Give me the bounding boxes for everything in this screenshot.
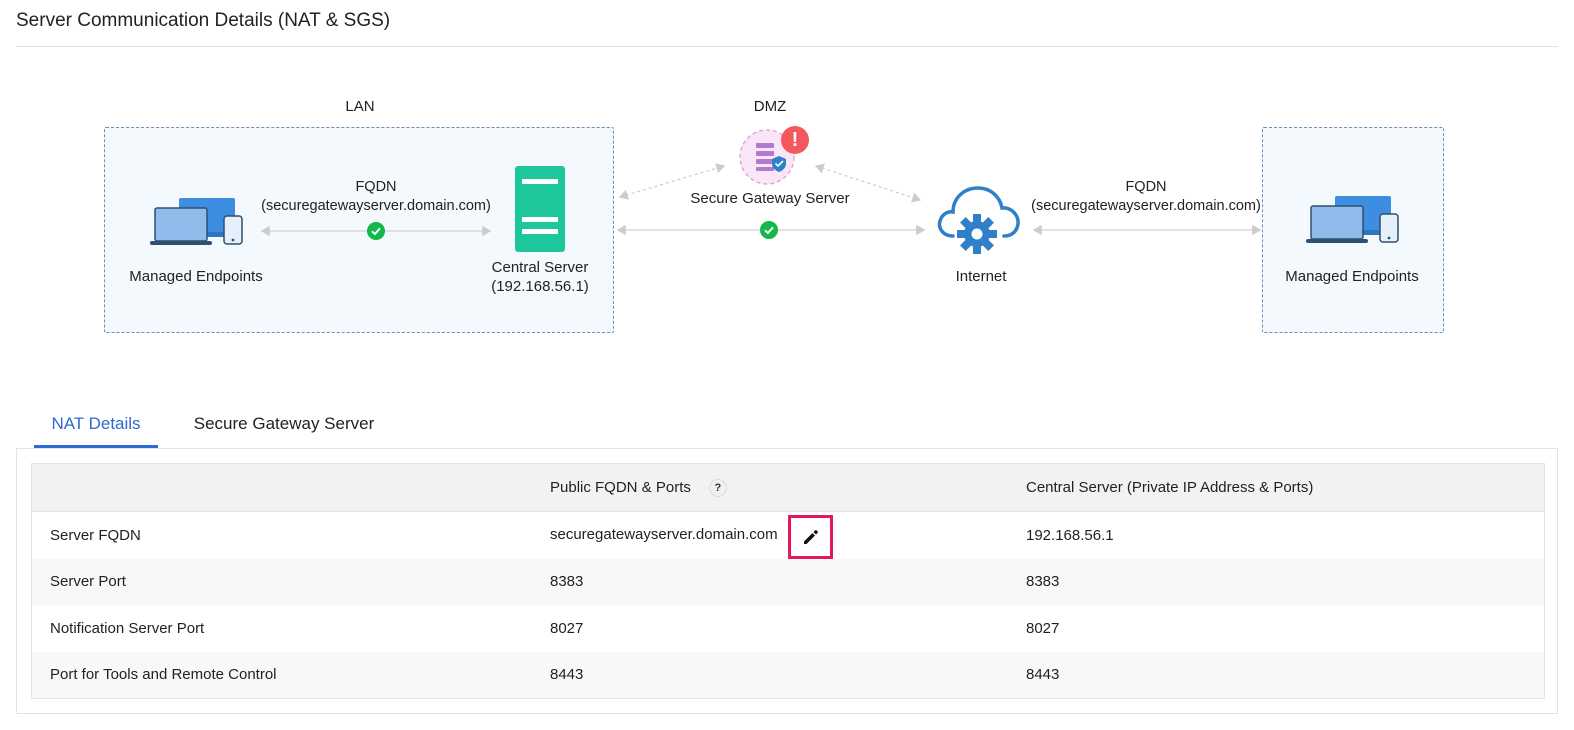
- help-icon[interactable]: ?: [708, 478, 727, 497]
- lan-link-check-icon: [367, 222, 385, 240]
- nat-details-panel: Public FQDN & Ports ? Central Server (Pr…: [16, 448, 1558, 714]
- title-divider: [16, 46, 1558, 47]
- public-fqdn-value: securegatewayserver.domain.com: [550, 526, 778, 543]
- central-server-ip: (192.168.56.1): [491, 278, 589, 295]
- central-server-icon: [515, 166, 565, 252]
- private-value: 192.168.56.1: [1026, 526, 1114, 544]
- row-label: Port for Tools and Remote Control: [50, 666, 277, 684]
- row-label: Notification Server Port: [50, 619, 205, 637]
- internet-label: Internet: [955, 268, 1007, 285]
- edit-fqdn-button[interactable]: [788, 515, 833, 559]
- tab-secure-gateway-server[interactable]: Secure Gateway Server: [184, 404, 384, 448]
- header-private-column: Central Server (Private IP Address & Por…: [1026, 479, 1314, 496]
- remote-endpoints-label: Managed Endpoints: [1285, 268, 1419, 285]
- table-row-server-port: Server Port 8383 8383: [32, 558, 1544, 605]
- public-value: 8027: [550, 619, 584, 637]
- table-header-row: Public FQDN & Ports ? Central Server (Pr…: [32, 464, 1544, 512]
- public-value: 8383: [550, 573, 584, 591]
- central-server-label: Central Server: [491, 259, 589, 276]
- network-diagram: LAN DMZ Managed Endpoints FQDN (securega…: [0, 50, 1574, 390]
- lan-endpoints-label: Managed Endpoints: [129, 268, 263, 285]
- public-value: 8443: [550, 666, 584, 684]
- private-value: 8383: [1026, 573, 1060, 591]
- row-label: Server FQDN: [50, 526, 141, 544]
- table-row-notification-port: Notification Server Port 8027 8027: [32, 605, 1544, 652]
- header-public-column: Public FQDN & Ports ?: [550, 464, 727, 511]
- pencil-icon: [803, 530, 818, 544]
- lan-fqdn-value: (securegatewayserver.domain.com): [261, 198, 491, 214]
- sgs-alert-icon[interactable]: !: [781, 126, 809, 154]
- internet-cloud-icon: [937, 186, 1020, 254]
- remote-fqdn-title: FQDN: [1125, 179, 1167, 195]
- sgs-link-check-icon: [760, 221, 778, 239]
- lan-endpoints-devices-icon: [150, 198, 243, 245]
- remote-fqdn-value: (securegatewayserver.domain.com): [1031, 198, 1261, 214]
- private-value: 8443: [1026, 666, 1060, 684]
- page-title: Server Communication Details (NAT & SGS): [16, 10, 391, 31]
- nat-details-table: Public FQDN & Ports ? Central Server (Pr…: [31, 463, 1545, 699]
- lan-fqdn-title: FQDN: [355, 179, 397, 195]
- sgs-label: Secure Gateway Server: [690, 190, 850, 207]
- private-value: 8027: [1026, 619, 1060, 637]
- row-label: Server Port: [50, 573, 126, 591]
- header-public-label: Public FQDN & Ports: [550, 479, 691, 496]
- remote-endpoints-devices-icon: [1306, 196, 1399, 243]
- table-row-tools-port: Port for Tools and Remote Control 8443 8…: [32, 651, 1544, 698]
- tab-nat-details[interactable]: NAT Details: [34, 404, 158, 448]
- table-row-server-fqdn: Server FQDN securegatewayserver.domain.c…: [32, 512, 1544, 559]
